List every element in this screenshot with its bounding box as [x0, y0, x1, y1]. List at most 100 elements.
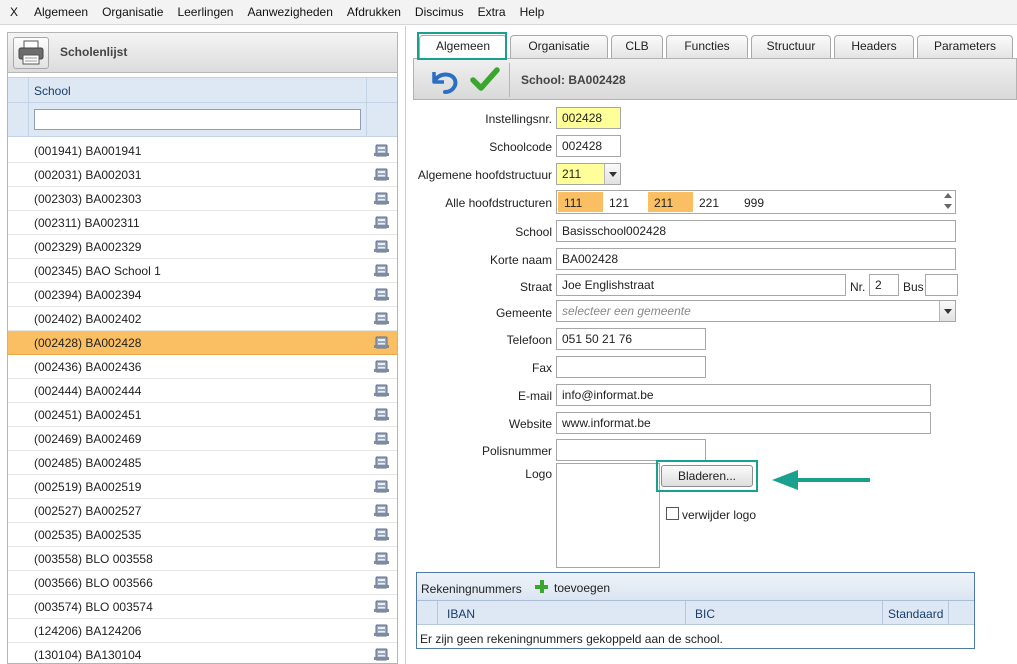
school-card-icon[interactable]	[374, 168, 389, 181]
hoofdstructuur-item-221[interactable]: 221	[693, 192, 738, 212]
panel-splitter[interactable]	[405, 26, 406, 664]
school-card-icon[interactable]	[374, 336, 389, 349]
school-card-icon[interactable]	[374, 384, 389, 397]
school-name-field[interactable]: Basisschool002428	[556, 220, 956, 242]
school-card-icon[interactable]	[374, 480, 389, 493]
school-card-icon[interactable]	[374, 504, 389, 517]
school-card-icon[interactable]	[374, 312, 389, 325]
straat-field[interactable]: Joe Englishstraat	[556, 274, 846, 296]
email-field[interactable]: info@informat.be	[556, 384, 931, 406]
table-row[interactable]: (130104) BA130104	[8, 643, 397, 663]
school-card-icon[interactable]	[374, 360, 389, 373]
menu-algemeen[interactable]: Algemeen	[27, 0, 95, 25]
school-card-icon[interactable]	[374, 528, 389, 541]
tab-parameters[interactable]: Parameters	[917, 35, 1013, 58]
school-card-icon[interactable]	[374, 432, 389, 445]
hoofdstructuur-item-111[interactable]: 111	[558, 192, 603, 212]
remove-logo-checkbox[interactable]	[666, 507, 679, 520]
tab-functies[interactable]: Functies	[666, 35, 748, 58]
menu-extra[interactable]: Extra	[471, 0, 513, 25]
table-row[interactable]: (002519) BA002519	[8, 475, 397, 499]
print-button[interactable]	[13, 37, 49, 69]
hoofdstructuur-item-121[interactable]: 121	[603, 192, 648, 212]
checkmark-icon[interactable]	[470, 65, 500, 93]
school-filter-input[interactable]	[34, 109, 361, 130]
table-row[interactable]: (002303) BA002303	[8, 187, 397, 211]
schoolcode-field[interactable]: 002428	[556, 135, 621, 157]
school-card-icon[interactable]	[374, 576, 389, 589]
table-row[interactable]: (002527) BA002527	[8, 499, 397, 523]
school-card-icon[interactable]	[374, 600, 389, 613]
hoofdstructuren-scroll[interactable]	[941, 191, 955, 213]
school-card-icon[interactable]	[374, 192, 389, 205]
menu-discimus[interactable]: Discimus	[408, 0, 471, 25]
chevron-down-icon[interactable]	[939, 301, 955, 321]
table-row[interactable]: (002444) BA002444	[8, 379, 397, 403]
bus-field[interactable]	[925, 274, 958, 296]
column-iban[interactable]: IBAN	[447, 607, 475, 621]
table-row[interactable]: (002428) BA002428	[8, 331, 397, 355]
menu-close[interactable]: X	[0, 0, 27, 25]
hoofdstructuur-item-999[interactable]: 999	[738, 192, 783, 212]
table-row[interactable]: (001941) BA001941	[8, 139, 397, 163]
menu-help[interactable]: Help	[513, 0, 552, 25]
hoofdstructuur-item-211[interactable]: 211	[648, 192, 693, 212]
school-card-icon[interactable]	[374, 624, 389, 637]
column-bic[interactable]: BIC	[695, 607, 715, 621]
tab-organisatie[interactable]: Organisatie	[510, 35, 608, 58]
school-card-icon[interactable]	[374, 288, 389, 301]
menu-leerlingen[interactable]: Leerlingen	[170, 0, 240, 25]
nr-label: Nr.	[850, 280, 866, 294]
menu-afdrukken[interactable]: Afdrukken	[340, 0, 408, 25]
school-card-icon[interactable]	[374, 240, 389, 253]
hoofdstructuur-select[interactable]: 211	[556, 163, 621, 185]
table-row[interactable]: (002329) BA002329	[8, 235, 397, 259]
school-card-icon[interactable]	[374, 144, 389, 157]
school-card-icon[interactable]	[374, 552, 389, 565]
table-row[interactable]: (002031) BA002031	[8, 163, 397, 187]
email-label: E-mail	[517, 389, 552, 403]
gemeente-select[interactable]: selecteer een gemeente	[556, 300, 956, 322]
table-row[interactable]: (002394) BA002394	[8, 283, 397, 307]
instellingsnr-field[interactable]: 002428	[556, 107, 621, 129]
plus-icon[interactable]	[535, 580, 548, 593]
table-row[interactable]: (124206) BA124206	[8, 619, 397, 643]
chevron-down-icon[interactable]	[604, 164, 620, 184]
menu-organisatie[interactable]: Organisatie	[95, 0, 170, 25]
tab-headers[interactable]: Headers	[834, 35, 914, 58]
polisnummer-field[interactable]	[556, 439, 706, 461]
table-row[interactable]: (002451) BA002451	[8, 403, 397, 427]
alle-hoofdstructuren-list[interactable]: 111 121 211 221 999	[556, 190, 956, 214]
table-row[interactable]: (002485) BA002485	[8, 451, 397, 475]
school-row-label: (002451) BA002451	[34, 408, 142, 422]
table-row[interactable]: (003566) BLO 003566	[8, 571, 397, 595]
table-row[interactable]: (003574) BLO 003574	[8, 595, 397, 619]
fax-field[interactable]	[556, 356, 706, 378]
table-row[interactable]: (002345) BAO School 1	[8, 259, 397, 283]
column-standaard[interactable]: Standaard	[888, 607, 943, 621]
korte-naam-field[interactable]: BA002428	[556, 248, 956, 270]
telefoon-field[interactable]: 051 50 21 76	[556, 328, 706, 350]
add-account-button[interactable]: toevoegen	[554, 581, 610, 595]
school-card-icon[interactable]	[374, 216, 389, 229]
nr-field[interactable]: 2	[869, 274, 899, 296]
undo-icon[interactable]	[426, 66, 460, 96]
table-row[interactable]: (002436) BA002436	[8, 355, 397, 379]
menu-aanwezigheden[interactable]: Aanwezigheden	[240, 0, 339, 25]
school-card-icon[interactable]	[374, 648, 389, 661]
scroll-up-icon[interactable]	[944, 193, 952, 198]
tab-clb[interactable]: CLB	[611, 35, 663, 58]
scroll-down-icon[interactable]	[944, 204, 952, 209]
school-card-icon[interactable]	[374, 456, 389, 469]
table-row[interactable]: (002402) BA002402	[8, 307, 397, 331]
table-row[interactable]: (002535) BA002535	[8, 523, 397, 547]
table-row[interactable]: (002311) BA002311	[8, 211, 397, 235]
school-column-header[interactable]: School	[8, 77, 397, 104]
browse-button[interactable]: Bladeren...	[661, 465, 753, 487]
table-row[interactable]: (002469) BA002469	[8, 427, 397, 451]
school-card-icon[interactable]	[374, 408, 389, 421]
tab-structuur[interactable]: Structuur	[751, 35, 831, 58]
table-row[interactable]: (003558) BLO 003558	[8, 547, 397, 571]
school-card-icon[interactable]	[374, 264, 389, 277]
website-field[interactable]: www.informat.be	[556, 412, 931, 434]
